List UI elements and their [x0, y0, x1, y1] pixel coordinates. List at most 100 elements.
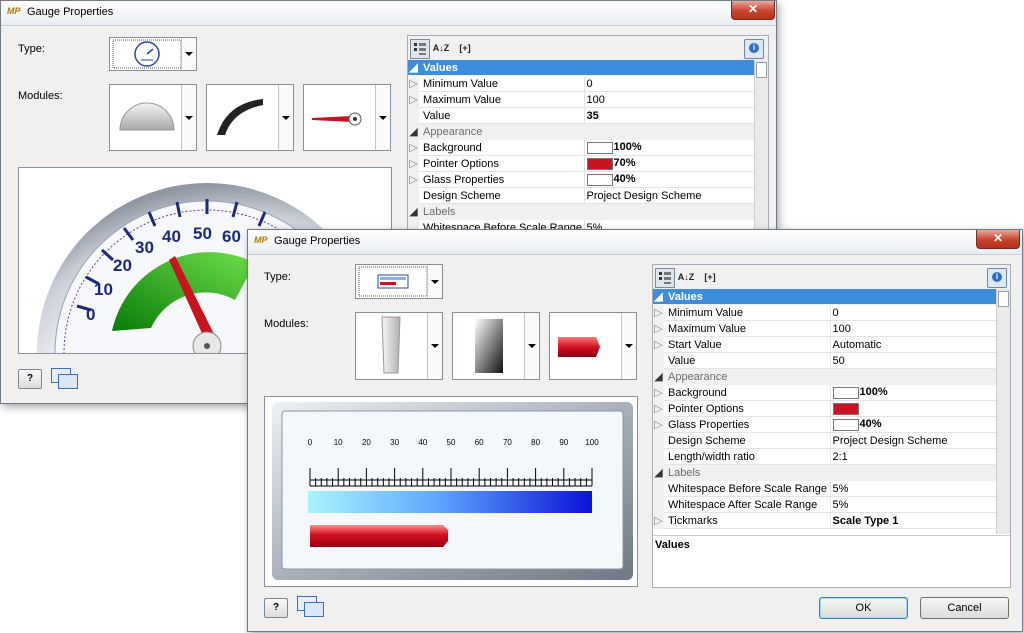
property-row[interactable]: Whitespace After Scale Range 5%: [653, 496, 997, 513]
color-swatch[interactable]: [586, 173, 613, 186]
ok-button[interactable]: OK: [819, 597, 908, 619]
expand-all-icon[interactable]: [+]: [454, 39, 476, 57]
info-icon[interactable]: i: [987, 268, 1007, 288]
property-value[interactable]: Automatic: [830, 336, 997, 353]
categorized-icon[interactable]: [410, 39, 430, 59]
property-value[interactable]: 5%: [830, 496, 997, 513]
chevron-down-icon[interactable]: [181, 85, 196, 150]
expand-icon[interactable]: ▷: [653, 416, 664, 433]
cancel-button[interactable]: Cancel: [920, 597, 1009, 619]
collapse-icon[interactable]: ◢: [408, 60, 419, 76]
categorized-icon[interactable]: [655, 268, 675, 288]
help-button[interactable]: ?: [264, 598, 288, 618]
close-button[interactable]: ✕: [731, 1, 775, 20]
type-dropdown[interactable]: [355, 264, 443, 299]
property-row[interactable]: ▷ Glass Properties 40%: [408, 171, 755, 188]
title-bar[interactable]: MP Gauge Properties ✕: [248, 230, 1022, 255]
property-value[interactable]: 100: [584, 91, 755, 108]
property-value[interactable]: 100: [830, 320, 997, 337]
property-row[interactable]: Value 35: [408, 107, 755, 124]
chevron-down-icon[interactable]: [524, 313, 539, 379]
module-background-dropdown[interactable]: [109, 84, 197, 151]
property-row[interactable]: ▷ Start Value Automatic: [653, 336, 997, 353]
module-background-dropdown[interactable]: [355, 312, 443, 380]
color-swatch[interactable]: [832, 386, 859, 399]
property-value[interactable]: 100%: [830, 384, 997, 401]
collapse-icon[interactable]: ◢: [653, 464, 664, 481]
property-row[interactable]: ▷ Background 100%: [653, 384, 997, 401]
expand-icon[interactable]: ▷: [408, 171, 419, 188]
color-swatch[interactable]: [586, 157, 613, 170]
property-row[interactable]: Design Scheme Project Design Scheme: [408, 187, 755, 204]
property-row[interactable]: ▷ Background 100%: [408, 139, 755, 156]
module-pointer-dropdown[interactable]: [303, 84, 391, 151]
expand-icon[interactable]: ▷: [653, 512, 664, 529]
property-row[interactable]: ▷ Pointer Options: [653, 400, 997, 417]
chevron-down-icon[interactable]: [278, 85, 293, 150]
property-value[interactable]: Project Design Scheme: [584, 187, 755, 204]
property-value[interactable]: 2:1: [830, 448, 997, 465]
property-value[interactable]: 70%: [584, 155, 755, 172]
vertical-scrollbar[interactable]: [754, 60, 768, 232]
type-dropdown[interactable]: [109, 37, 197, 71]
title-bar[interactable]: MP Gauge Properties ✕: [1, 1, 776, 26]
property-row[interactable]: ▷ Minimum Value 0: [408, 75, 755, 92]
chevron-down-icon[interactable]: [427, 313, 442, 379]
property-value[interactable]: 50: [830, 352, 997, 369]
collapse-icon[interactable]: ◢: [653, 289, 664, 305]
expand-icon[interactable]: ▷: [408, 139, 419, 156]
info-icon[interactable]: i: [744, 39, 764, 59]
color-swatch[interactable]: [586, 141, 613, 154]
category-row[interactable]: ◢ Appearance: [653, 368, 997, 385]
property-row[interactable]: Design Scheme Project Design Scheme: [653, 432, 997, 449]
property-row[interactable]: Length/width ratio 2:1: [653, 448, 997, 465]
windows-icon[interactable]: [297, 596, 324, 617]
property-value[interactable]: 40%: [830, 416, 997, 433]
category-row[interactable]: ◢ Values: [653, 289, 997, 305]
expand-icon[interactable]: ▷: [653, 400, 664, 417]
property-row[interactable]: ▷ Minimum Value 0: [653, 304, 997, 321]
chevron-down-icon[interactable]: [427, 265, 442, 298]
expand-icon[interactable]: ▷: [408, 91, 419, 108]
property-row[interactable]: Value 50: [653, 352, 997, 369]
vertical-scrollbar[interactable]: [996, 289, 1010, 534]
chevron-down-icon[interactable]: [375, 85, 390, 150]
property-row[interactable]: Whitespace Before Scale Range 5%: [653, 480, 997, 497]
property-row[interactable]: ▷ Glass Properties 40%: [653, 416, 997, 433]
sort-az-icon[interactable]: A↓Z: [677, 268, 695, 286]
expand-icon[interactable]: ▷: [653, 336, 664, 353]
property-row[interactable]: ▷ Maximum Value 100: [408, 91, 755, 108]
close-button[interactable]: ✕: [976, 230, 1020, 249]
property-value[interactable]: 5%: [830, 480, 997, 497]
module-scale-dropdown[interactable]: [452, 312, 540, 380]
expand-icon[interactable]: ▷: [653, 304, 664, 321]
property-row[interactable]: ▷ Pointer Options 70%: [408, 155, 755, 172]
property-value[interactable]: 35: [584, 107, 755, 124]
module-pointer-dropdown[interactable]: [549, 312, 637, 380]
scrollbar-thumb[interactable]: [998, 291, 1009, 307]
property-value[interactable]: 40%: [584, 171, 755, 188]
property-value[interactable]: [830, 400, 997, 417]
collapse-icon[interactable]: ◢: [408, 203, 419, 220]
expand-icon[interactable]: ▷: [653, 320, 664, 337]
property-value[interactable]: 100%: [584, 139, 755, 156]
property-value[interactable]: Scale Type 1: [830, 512, 997, 529]
collapse-icon[interactable]: ◢: [408, 123, 419, 140]
collapse-icon[interactable]: ◢: [653, 368, 664, 385]
expand-icon[interactable]: ▷: [408, 75, 419, 92]
category-row[interactable]: ◢ Values: [408, 60, 755, 76]
scrollbar-thumb[interactable]: [756, 62, 767, 78]
property-value[interactable]: 0: [830, 304, 997, 321]
property-row[interactable]: ▷ Maximum Value 100: [653, 320, 997, 337]
windows-icon[interactable]: [51, 368, 78, 389]
color-swatch[interactable]: [832, 418, 859, 431]
sort-az-icon[interactable]: A↓Z: [432, 39, 450, 57]
property-row[interactable]: ▷ Tickmarks Scale Type 1: [653, 512, 997, 529]
expand-icon[interactable]: ▷: [653, 384, 664, 401]
category-row[interactable]: ◢ Appearance: [408, 123, 755, 140]
color-swatch[interactable]: [832, 402, 859, 415]
property-value[interactable]: Project Design Scheme: [830, 432, 997, 449]
module-scale-dropdown[interactable]: [206, 84, 294, 151]
chevron-down-icon[interactable]: [621, 313, 636, 379]
category-row[interactable]: ◢ Labels: [408, 203, 755, 220]
